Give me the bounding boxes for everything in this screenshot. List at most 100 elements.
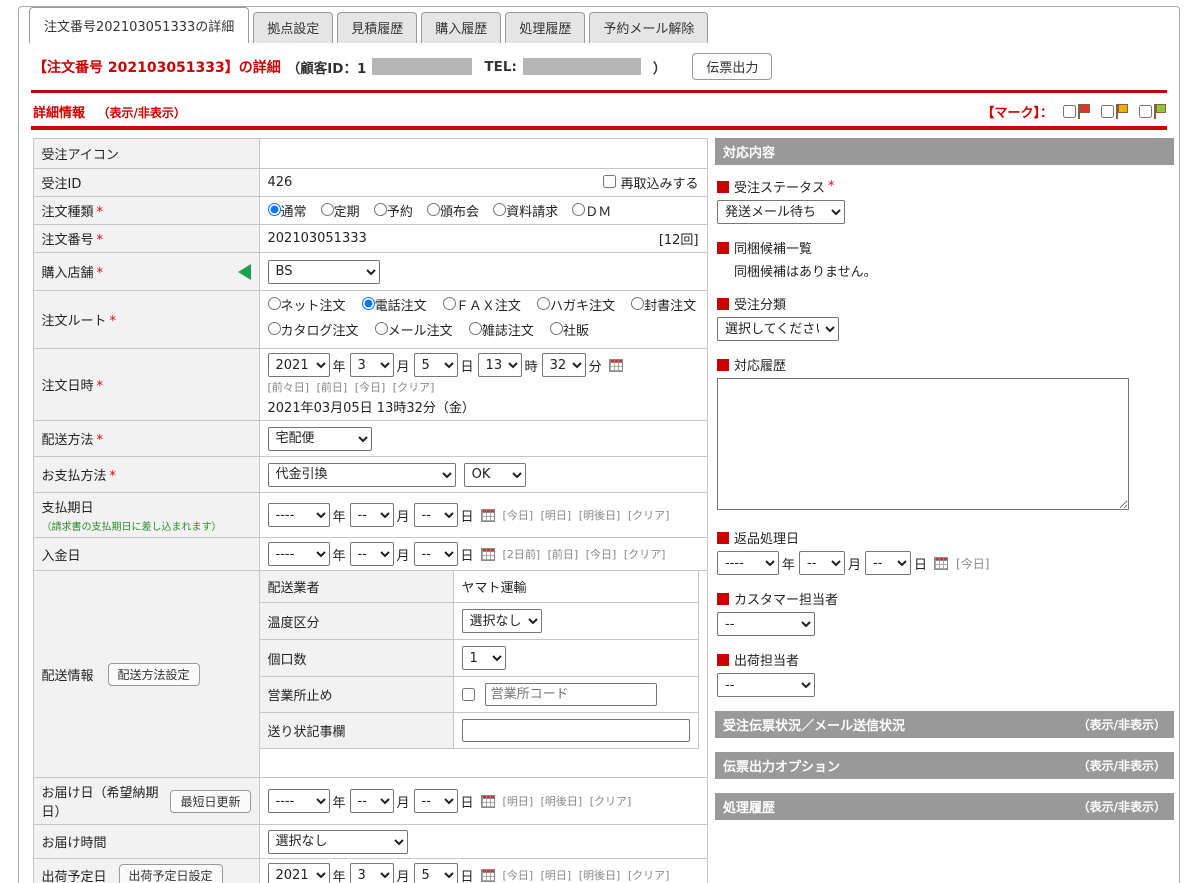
date-shortcut-link[interactable]: [明後日] xyxy=(579,869,621,882)
calendar-icon[interactable] xyxy=(481,509,495,522)
mark-yellow-checkbox[interactable] xyxy=(1101,105,1114,118)
customer-rep-select[interactable]: -- xyxy=(717,612,815,636)
order-status-select[interactable]: 発送メール待ち xyxy=(717,200,845,224)
delivery-month-select[interactable]: -- xyxy=(350,789,394,813)
shipping-rep-select[interactable]: -- xyxy=(717,673,815,697)
date-shortcut-link[interactable]: [クリア] xyxy=(393,381,435,394)
date-shortcut-link[interactable]: [2日前] xyxy=(503,548,541,561)
date-shortcut-link[interactable]: [今日] xyxy=(503,509,534,522)
due-year-select[interactable]: ---- xyxy=(268,503,330,527)
order-minute-select[interactable]: 32 xyxy=(542,353,586,377)
response-history-textarea[interactable] xyxy=(717,378,1129,510)
payment-method-select[interactable]: 代金引換 xyxy=(268,463,456,487)
order-month-select[interactable]: 3 xyxy=(350,353,394,377)
date-shortcut-link[interactable]: [今日] xyxy=(355,381,386,394)
section-header-process-history[interactable]: 処理履歴 （表示/非表示） xyxy=(715,793,1174,820)
tab-order-detail[interactable]: 注文番号202103051333の詳細 xyxy=(29,7,249,43)
package-count-select[interactable]: 1 xyxy=(462,646,506,670)
mark-red[interactable] xyxy=(1063,104,1091,120)
route-radio-mail[interactable]: メール注文 xyxy=(375,324,453,339)
order-hour-select[interactable]: 13 xyxy=(478,353,522,377)
return-day-select[interactable]: -- xyxy=(865,551,911,575)
order-class-select[interactable]: 選択してください xyxy=(717,317,839,341)
tab-process-history[interactable]: 処理履歴 xyxy=(505,12,585,43)
ship-month-select[interactable]: 3 xyxy=(350,863,394,883)
tab-base-settings[interactable]: 拠点設定 xyxy=(253,12,333,43)
route-radio-magazine[interactable]: 雑誌注文 xyxy=(469,324,534,339)
return-month-select[interactable]: -- xyxy=(799,551,845,575)
office-code-input[interactable] xyxy=(485,683,657,706)
route-radio-letter[interactable]: 封書注文 xyxy=(631,299,696,314)
toggle-link[interactable]: （表示/非表示） xyxy=(1078,716,1166,733)
route-radio-net[interactable]: ネット注文 xyxy=(268,299,346,314)
mark-yellow[interactable] xyxy=(1101,104,1129,120)
mark-green-checkbox[interactable] xyxy=(1139,105,1152,118)
order-type-radio-normal[interactable]: 通常 xyxy=(268,205,307,220)
shipping-method-setting-button[interactable]: 配送方法設定 xyxy=(108,663,200,686)
toggle-link[interactable]: （表示/非表示） xyxy=(1078,757,1166,774)
ship-date-setting-button[interactable]: 出荷予定日設定 xyxy=(119,864,223,883)
date-shortcut-link[interactable]: [明日] xyxy=(541,509,572,522)
date-shortcut-link[interactable]: [明日] xyxy=(541,869,572,882)
reimport-checkbox[interactable] xyxy=(603,175,616,188)
deposit-year-select[interactable]: ---- xyxy=(268,542,330,566)
mark-green[interactable] xyxy=(1139,104,1167,120)
date-shortcut-link[interactable]: [クリア] xyxy=(624,548,666,561)
date-shortcut-link[interactable]: [明後日] xyxy=(541,795,583,808)
delivery-day-select[interactable]: -- xyxy=(414,789,458,813)
return-year-select[interactable]: ---- xyxy=(717,551,779,575)
toggle-link[interactable]: （表示/非表示） xyxy=(1078,798,1166,815)
order-type-radio-material[interactable]: 資料請求 xyxy=(493,205,558,220)
order-type-radio-hanpukai[interactable]: 頒布会 xyxy=(427,205,479,220)
order-type-radio-regular[interactable]: 定期 xyxy=(321,205,360,220)
calendar-icon[interactable] xyxy=(481,548,495,561)
date-shortcut-link[interactable]: [明日] xyxy=(503,795,534,808)
date-shortcut-link[interactable]: [前々日] xyxy=(268,381,310,394)
reimport-checkbox-label[interactable]: 再取込みする xyxy=(603,173,698,192)
route-radio-internal[interactable]: 社販 xyxy=(550,324,589,339)
payment-status-select[interactable]: OK xyxy=(464,463,526,487)
deposit-month-select[interactable]: -- xyxy=(350,542,394,566)
delivery-year-select[interactable]: ---- xyxy=(268,789,330,813)
order-type-radio-dm[interactable]: ＤＭ xyxy=(572,205,611,220)
date-shortcut-link[interactable]: [クリア] xyxy=(628,869,670,882)
due-day-select[interactable]: -- xyxy=(414,503,458,527)
date-shortcut-link[interactable]: [明後日] xyxy=(579,509,621,522)
route-radio-fax[interactable]: ＦＡＸ注文 xyxy=(443,299,521,314)
delivery-method-select[interactable]: 宅配便 xyxy=(268,427,372,451)
temperature-select[interactable]: 選択なし xyxy=(462,609,542,633)
date-shortcut-link[interactable]: [クリア] xyxy=(628,509,670,522)
detail-toggle-link[interactable]: （表示/非表示） xyxy=(98,106,186,120)
invoice-note-input[interactable] xyxy=(462,719,690,742)
section-header-slip-mail-status[interactable]: 受注伝票状況／メール送信状況 （表示/非表示） xyxy=(715,711,1174,738)
slip-output-button[interactable]: 伝票出力 xyxy=(692,53,772,80)
earliest-date-update-button[interactable]: 最短日更新 xyxy=(170,790,250,813)
ship-year-select[interactable]: 2021 xyxy=(268,863,330,883)
deposit-day-select[interactable]: -- xyxy=(414,542,458,566)
ship-day-select[interactable]: 5 xyxy=(414,863,458,883)
purchase-store-select[interactable]: BS xyxy=(268,260,380,284)
calendar-icon[interactable] xyxy=(609,359,623,372)
tab-reservation-mail-cancel[interactable]: 予約メール解除 xyxy=(589,12,708,43)
route-radio-postcard[interactable]: ハガキ注文 xyxy=(537,299,615,314)
order-day-select[interactable]: 5 xyxy=(414,353,458,377)
order-year-select[interactable]: 2021 xyxy=(268,353,330,377)
date-shortcut-link[interactable]: [今日] xyxy=(503,869,534,882)
section-header-slip-output-options[interactable]: 伝票出力オプション （表示/非表示） xyxy=(715,752,1174,779)
date-shortcut-link[interactable]: [クリア] xyxy=(590,795,632,808)
date-shortcut-link[interactable]: [今日] xyxy=(956,557,989,571)
calendar-icon[interactable] xyxy=(934,557,948,570)
mark-red-checkbox[interactable] xyxy=(1063,105,1076,118)
calendar-icon[interactable] xyxy=(481,869,495,882)
route-radio-catalog[interactable]: カタログ注文 xyxy=(268,324,359,339)
due-month-select[interactable]: -- xyxy=(350,503,394,527)
office-hold-checkbox[interactable] xyxy=(462,688,475,701)
date-shortcut-link[interactable]: [前日] xyxy=(317,381,348,394)
tab-quote-history[interactable]: 見積履歴 xyxy=(337,12,417,43)
route-radio-tel[interactable]: 電話注文 xyxy=(362,299,427,314)
order-type-radio-reserve[interactable]: 予約 xyxy=(374,205,413,220)
date-shortcut-link[interactable]: [今日] xyxy=(586,548,617,561)
delivery-time-select[interactable]: 選択なし xyxy=(268,830,408,854)
date-shortcut-link[interactable]: [前日] xyxy=(548,548,579,561)
calendar-icon[interactable] xyxy=(481,795,495,808)
